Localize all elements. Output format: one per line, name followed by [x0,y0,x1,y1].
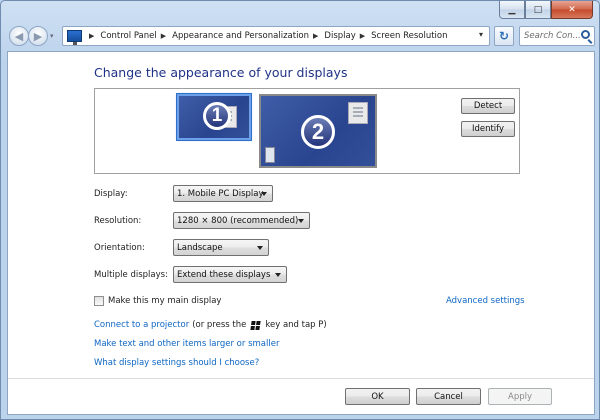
address-dropdown-icon[interactable]: ▾ [479,30,483,39]
forward-arrow-icon: ▶ [33,29,43,43]
search-icon[interactable] [581,30,590,39]
back-button[interactable]: ◀ [9,26,29,46]
detect-button[interactable]: Detect [461,98,515,114]
dropdown-arrow-icon [275,273,281,277]
display-select-value: 1. Mobile PC Display [177,188,264,199]
breadcrumb-separator-icon[interactable]: ▶ [360,32,365,40]
navigation-bar: ◀ ▶ ▾ ▶ Control Panel ▶ Appearance and P… [7,24,595,48]
projector-hint-text-1: (or press the [192,320,247,330]
breadcrumb-separator-icon[interactable]: ▶ [313,32,318,40]
orientation-select-value: Landscape [177,242,223,253]
projector-row: Connect to a projector (or press the key… [94,320,327,330]
monitor-number-badge: 2 [301,115,335,149]
help-link[interactable]: What display settings should I choose? [94,358,259,368]
address-bar[interactable]: ▶ Control Panel ▶ Appearance and Persona… [62,26,490,46]
page-title: Change the appearance of your displays [94,65,348,80]
taskbar-thumbnail [265,147,275,163]
orientation-label: Orientation: [94,243,145,253]
display-select[interactable]: 1. Mobile PC Display [173,185,273,202]
monitor-number-badge: 1 [203,102,231,130]
text-size-link[interactable]: Make text and other items larger or smal… [94,339,279,349]
refresh-icon: ↻ [498,29,510,43]
dropdown-arrow-icon [261,192,267,196]
identify-button[interactable]: Identify [461,121,515,137]
minimize-icon[interactable]: ▁ [499,1,525,19]
breadcrumb-control-panel[interactable]: Control Panel [100,31,156,41]
multiple-displays-select-value: Extend these displays [177,269,271,280]
monitor-2[interactable]: 2 [259,94,377,168]
back-arrow-icon: ◀ [14,29,24,43]
maximize-icon[interactable]: □ [525,1,551,19]
cancel-button[interactable]: Cancel [416,388,481,405]
breadcrumb-screen-resolution[interactable]: Screen Resolution [371,31,447,41]
advanced-settings-link[interactable]: Advanced settings [446,296,525,306]
refresh-button[interactable]: ↻ [494,26,514,46]
display-label: Display: [94,189,128,199]
window-thumbnail [348,102,368,124]
orientation-select[interactable]: Landscape [173,239,269,256]
breadcrumb-appearance[interactable]: Appearance and Personalization [172,31,309,41]
search-placeholder: Search Con... [524,31,581,41]
projector-hint-text-2: key and tap P) [265,320,327,330]
multiple-displays-select[interactable]: Extend these displays [173,266,287,283]
forward-button[interactable]: ▶ [28,26,48,46]
apply-button[interactable]: Apply [488,388,552,405]
resolution-label: Resolution: [94,216,142,226]
monitor-1[interactable]: 1 [176,93,252,141]
display-arrangement-preview: 1 2 Detect Identify [94,88,520,174]
search-input[interactable]: Search Con... [519,26,595,46]
caption-buttons: ▁ □ ✕ [499,1,593,19]
screen-resolution-window: ▁ □ ✕ ◀ ▶ ▾ ▶ Control Panel ▶ Appearance… [0,0,600,420]
content-pane: Change the appearance of your displays 1… [7,51,595,415]
main-display-checkbox[interactable] [94,296,104,306]
multiple-displays-label: Multiple displays: [94,270,168,280]
resolution-select[interactable]: 1280 × 800 (recommended) [173,212,310,229]
breadcrumb-separator-icon[interactable]: ▶ [89,32,94,40]
main-display-label[interactable]: Make this my main display [108,296,221,306]
main-display-option[interactable]: Make this my main display [94,296,221,306]
windows-key-icon [250,320,261,330]
control-panel-icon [67,30,82,45]
footer-divider [8,378,594,379]
ok-button[interactable]: OK [345,388,410,405]
breadcrumb-separator-icon[interactable]: ▶ [161,32,166,40]
connect-projector-link[interactable]: Connect to a projector [94,320,189,330]
resolution-select-value: 1280 × 800 (recommended) [177,215,299,226]
close-icon[interactable]: ✕ [551,1,593,19]
dropdown-arrow-icon [257,246,263,250]
recent-pages-dropdown-icon[interactable]: ▾ [50,32,54,40]
dropdown-arrow-icon [298,219,304,223]
breadcrumb-display[interactable]: Display [324,31,355,41]
